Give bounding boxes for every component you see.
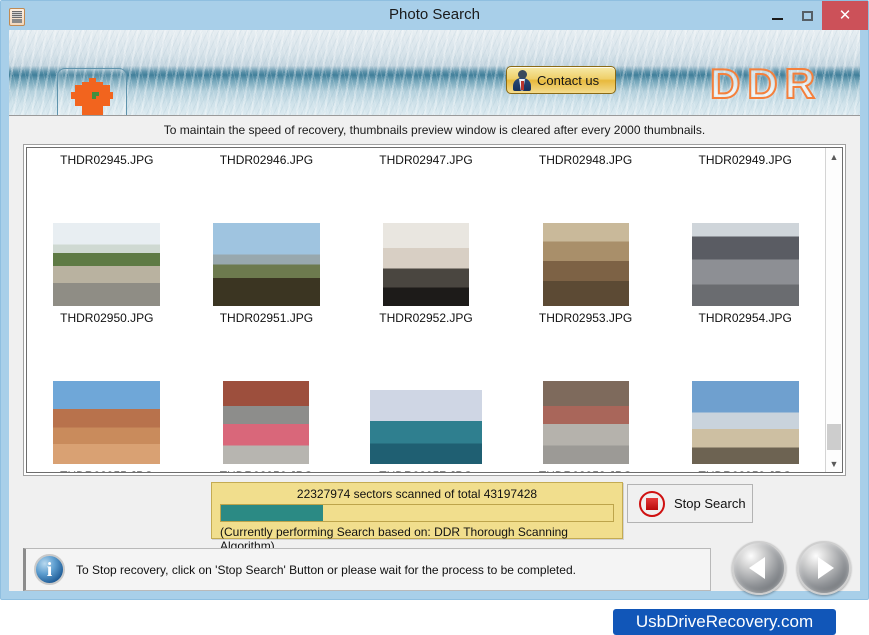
thumbnail-filename: THDR02945.JPG xyxy=(60,153,153,167)
thumbnail-row-spacer xyxy=(27,169,825,223)
chevron-down-icon[interactable]: ▼ xyxy=(826,455,842,472)
info-icon: i xyxy=(34,554,65,585)
thumbnail-filename: THDR02946.JPG xyxy=(220,153,313,167)
header-banner: Contact us DDR Memory Card Recovery xyxy=(9,30,860,115)
thumbnail-image[interactable] xyxy=(53,381,160,464)
scrollbar-thumb[interactable] xyxy=(827,424,841,450)
minimize-button[interactable] xyxy=(762,1,792,30)
thumbnail-item[interactable]: THDR02952.JPG xyxy=(346,223,506,327)
thumbnail-scrollport: THDR02945.JPG THDR02946.JPG THDR02947.JPG T… xyxy=(27,148,825,472)
thumbnail-image[interactable] xyxy=(692,381,799,464)
thumbnail-item[interactable]: THDR02950.JPG xyxy=(27,223,187,327)
status-row: 22327974 sectors scanned of total 431974… xyxy=(23,482,846,542)
thumbnail-image[interactable] xyxy=(370,390,482,464)
thumbnail-item[interactable]: THDR02951.JPG xyxy=(187,223,347,327)
thumbnail-item[interactable]: THDR02945.JPG xyxy=(27,148,187,169)
thumbnail-filename: THDR02950.JPG xyxy=(60,311,153,325)
contact-us-button[interactable]: Contact us xyxy=(506,66,616,94)
thumbnail-panel: THDR02945.JPG THDR02946.JPG THDR02947.JPG T… xyxy=(23,144,846,476)
scan-progress-fill xyxy=(221,505,323,521)
thumbnail-image[interactable] xyxy=(223,381,309,464)
thumbnail-item[interactable]: THDR02953.JPG xyxy=(506,223,666,327)
thumbnail-filename: THDR02949.JPG xyxy=(698,153,791,167)
thumbnail-filename: THDR02959.JPG xyxy=(698,469,791,472)
window-body: To maintain the speed of recovery, thumb… xyxy=(9,115,860,591)
thumbnail-row: THDR02955.JPG THDR02956.JPG THDR02957.JPG T… xyxy=(27,381,825,472)
thumbnail-image[interactable] xyxy=(543,381,629,464)
thumbnail-filename: THDR02952.JPG xyxy=(379,311,472,325)
info-panel: i To Stop recovery, click on 'Stop Searc… xyxy=(23,548,711,591)
checkered-flower-logo xyxy=(71,78,113,115)
stop-square-icon xyxy=(639,491,665,517)
navigation-buttons xyxy=(732,541,851,595)
thumbnail-row-spacer xyxy=(27,327,825,381)
minimize-icon xyxy=(772,18,783,20)
progress-panel: 22327974 sectors scanned of total 431974… xyxy=(211,482,623,539)
thumbnail-item[interactable]: THDR02958.JPG xyxy=(506,381,666,472)
thumbnail-filename: THDR02957.JPG xyxy=(379,469,472,472)
thumbnail-image[interactable] xyxy=(692,223,799,306)
thumbnail-row: THDR02950.JPG THDR02951.JPG THDR02952.JPG T… xyxy=(27,223,825,327)
thumbnail-scrollbar[interactable]: ▲ ▼ xyxy=(825,148,842,472)
thumbnail-filename: THDR02955.JPG xyxy=(60,469,153,472)
window-title: Photo Search xyxy=(1,6,868,23)
maximize-button[interactable] xyxy=(792,1,822,30)
thumbnail-image[interactable] xyxy=(383,223,469,306)
thumbnail-item[interactable]: THDR02949.JPG xyxy=(665,148,825,169)
thumbnail-filename: THDR02948.JPG xyxy=(539,153,632,167)
title-bar: Photo Search ✕ xyxy=(1,1,868,30)
thumbnail-image[interactable] xyxy=(53,223,160,306)
stop-search-label: Stop Search xyxy=(674,496,746,511)
thumbnail-item[interactable]: THDR02959.JPG xyxy=(665,381,825,472)
thumbnail-item[interactable]: THDR02954.JPG xyxy=(665,223,825,327)
application-window: Photo Search ✕ xyxy=(0,0,869,600)
thumbnail-filename: THDR02951.JPG xyxy=(220,311,313,325)
thumbnail-filename: THDR02953.JPG xyxy=(539,311,632,325)
thumbnail-filename: THDR02958.JPG xyxy=(539,469,632,472)
logo-button[interactable] xyxy=(57,68,127,115)
previous-arrow-icon[interactable] xyxy=(732,541,786,595)
thumbnail-viewport: THDR02945.JPG THDR02946.JPG THDR02947.JPG T… xyxy=(26,147,843,473)
thumbnail-filename: THDR02956.JPG xyxy=(220,469,313,472)
thumbnail-row: THDR02945.JPG THDR02946.JPG THDR02947.JPG T… xyxy=(27,148,825,169)
sectors-scanned-text: 22327974 sectors scanned of total 431974… xyxy=(220,487,614,501)
ddr-brand-logo: DDR xyxy=(710,60,822,108)
contact-us-label: Contact us xyxy=(537,73,599,88)
close-icon: ✕ xyxy=(839,8,852,23)
thumbnail-image[interactable] xyxy=(213,223,320,306)
window-controls: ✕ xyxy=(762,1,868,30)
maximize-icon xyxy=(802,11,813,21)
website-brand-banner: UsbDriveRecovery.com xyxy=(613,609,836,635)
memory-card-icon xyxy=(9,8,25,26)
info-message: To Stop recovery, click on 'Stop Search'… xyxy=(76,563,576,577)
thumbnail-image[interactable] xyxy=(543,223,629,306)
thumbnail-notice: To maintain the speed of recovery, thumb… xyxy=(9,116,860,137)
thumbnail-item[interactable]: THDR02948.JPG xyxy=(506,148,666,169)
chevron-up-icon[interactable]: ▲ xyxy=(826,148,842,165)
thumbnail-item[interactable]: THDR02946.JPG xyxy=(187,148,347,169)
user-avatar-icon xyxy=(512,70,532,91)
thumbnail-filename: THDR02947.JPG xyxy=(379,153,472,167)
thumbnail-item[interactable]: THDR02957.JPG xyxy=(346,381,506,472)
close-button[interactable]: ✕ xyxy=(822,1,868,30)
thumbnail-item[interactable]: THDR02956.JPG xyxy=(187,381,347,472)
next-arrow-icon[interactable] xyxy=(797,541,851,595)
thumbnail-filename: THDR02954.JPG xyxy=(698,311,791,325)
scan-progress-bar xyxy=(220,504,614,522)
thumbnail-item[interactable]: THDR02955.JPG xyxy=(27,381,187,472)
stop-search-button[interactable]: Stop Search xyxy=(627,484,753,523)
thumbnail-item[interactable]: THDR02947.JPG xyxy=(346,148,506,169)
